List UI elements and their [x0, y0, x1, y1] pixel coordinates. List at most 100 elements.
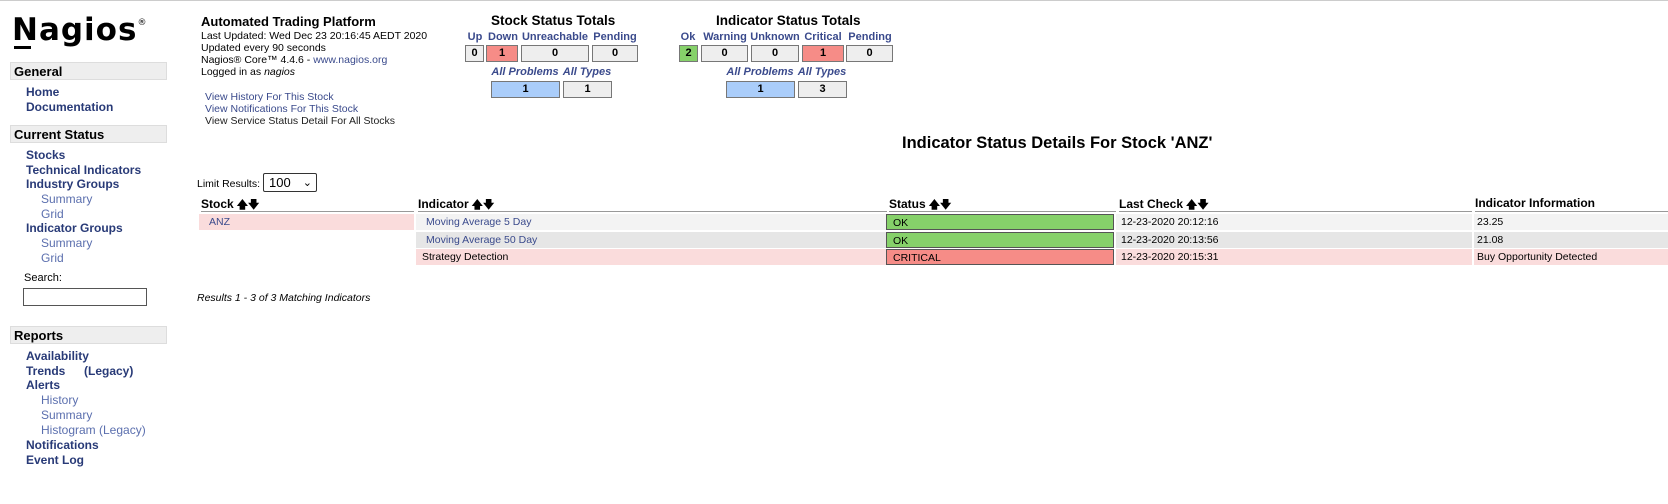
- indicator-link[interactable]: Strategy Detection: [422, 251, 508, 263]
- nav-home[interactable]: Home: [26, 85, 59, 99]
- column-label-stock: Stock: [201, 197, 234, 211]
- indicator-totals-header-warning[interactable]: Warning: [700, 31, 750, 43]
- nav-alerts-histogram[interactable]: Histogram (Legacy): [41, 423, 146, 437]
- logged-in: Logged in as nagios: [201, 66, 295, 78]
- sort-arrows-icon[interactable]: 🡅🡇: [929, 199, 952, 211]
- limit-results-label: Limit Results:: [197, 178, 261, 190]
- column-header-stock[interactable]: Stock 🡅🡇: [201, 196, 414, 212]
- indicator-totals-header-unknown[interactable]: Unknown: [750, 31, 800, 43]
- section-current-status: Current Status: [10, 125, 167, 143]
- nav-industry-groups-grid[interactable]: Grid: [41, 207, 64, 221]
- stock-totals-header-pending[interactable]: Pending: [590, 31, 640, 43]
- view-notifications-link[interactable]: View Notifications For This Stock: [205, 103, 358, 115]
- nav-alerts[interactable]: Alerts: [26, 378, 60, 392]
- nav-industry-groups[interactable]: Industry Groups: [26, 177, 119, 191]
- indicator-totals-unknown[interactable]: 0: [751, 45, 799, 62]
- stock-totals-all-types[interactable]: 1: [563, 81, 612, 98]
- column-header-indicator[interactable]: Indicator 🡅🡇: [418, 196, 887, 212]
- section-general: General: [10, 62, 167, 80]
- cell-indicator-information: 23.25: [1474, 214, 1668, 230]
- stock-totals-unreachable[interactable]: 0: [521, 45, 589, 62]
- nav-trends-legacy[interactable]: (Legacy): [84, 364, 133, 378]
- stock-link[interactable]: ANZ: [209, 216, 230, 228]
- column-header-status[interactable]: Status 🡅🡇: [889, 196, 1116, 212]
- logo-registered-mark: ®: [137, 18, 148, 28]
- search-input[interactable]: [23, 288, 147, 306]
- nav-indicator-groups[interactable]: Indicator Groups: [26, 221, 123, 235]
- status-badge: CRITICAL: [886, 249, 1114, 265]
- cell-last-check: 12-23-2020 20:15:31: [1116, 249, 1472, 265]
- cell-indicator[interactable]: Moving Average 5 Day: [416, 214, 887, 230]
- cell-indicator[interactable]: Strategy Detection: [416, 249, 887, 265]
- indicator-link[interactable]: Moving Average 5 Day: [426, 216, 531, 228]
- stock-totals-header-unreachable[interactable]: Unreachable: [520, 31, 590, 43]
- nagios-org-link[interactable]: www.nagios.org: [313, 54, 387, 66]
- search-label: Search:: [24, 272, 62, 284]
- nav-industry-groups-summary[interactable]: Summary: [41, 192, 92, 206]
- indicator-totals-warning[interactable]: 0: [701, 45, 748, 62]
- indicator-totals-ok[interactable]: 2: [679, 45, 698, 62]
- page-title: Indicator Status Details For Stock 'ANZ': [902, 134, 1213, 152]
- stock-totals-title: Stock Status Totals: [491, 13, 616, 28]
- sort-arrows-icon[interactable]: 🡅🡇: [472, 199, 495, 211]
- view-service-status-link[interactable]: View Service Status Detail For All Stock…: [205, 115, 395, 127]
- status-badge: OK: [886, 214, 1114, 230]
- sort-arrows-icon[interactable]: 🡅🡇: [237, 199, 260, 211]
- last-updated: Last Updated: Wed Dec 23 20:16:45 AEDT 2…: [201, 30, 428, 42]
- chevron-down-icon: ⌄: [302, 177, 312, 189]
- stock-totals-pending[interactable]: 0: [592, 45, 638, 62]
- column-label-status: Status: [889, 197, 926, 211]
- platform-title: Automated Trading Platform: [201, 14, 376, 29]
- nav-alerts-history[interactable]: History: [41, 393, 78, 407]
- sort-arrows-icon[interactable]: 🡅🡇: [1186, 199, 1209, 211]
- cell-stock[interactable]: ANZ: [199, 214, 414, 230]
- limit-results-select[interactable]: 100 ⌄: [263, 173, 317, 192]
- nav-notifications[interactable]: Notifications: [26, 438, 99, 452]
- nav-indicator-groups-grid[interactable]: Grid: [41, 251, 64, 265]
- indicator-link[interactable]: Moving Average 50 Day: [426, 234, 537, 246]
- limit-results-value: 100: [269, 175, 291, 190]
- column-header-last-check[interactable]: Last Check 🡅🡇: [1119, 196, 1472, 212]
- stock-totals-down[interactable]: 1: [486, 45, 518, 62]
- nav-documentation[interactable]: Documentation: [26, 100, 113, 114]
- cell-indicator-information: Buy Opportunity Detected: [1474, 249, 1668, 265]
- indicator-totals-all-problems[interactable]: 1: [726, 81, 795, 98]
- nagios-logo[interactable]: Nagios®: [12, 12, 147, 48]
- indicator-totals-header-ok[interactable]: Ok: [677, 31, 699, 43]
- logged-in-prefix: Logged in as: [201, 66, 265, 78]
- indicator-totals-header-critical[interactable]: Critical: [801, 31, 845, 43]
- nav-alerts-summary[interactable]: Summary: [41, 408, 92, 422]
- column-header-indicator-information: Indicator Information: [1475, 196, 1668, 212]
- core-version: Nagios® Core™ 4.4.6 - www.nagios.org: [201, 54, 387, 66]
- stock-totals-header-up[interactable]: Up: [464, 31, 486, 43]
- indicator-totals-header-all-problems[interactable]: All Problems: [725, 66, 795, 78]
- stock-totals-header-all-problems[interactable]: All Problems: [490, 66, 560, 78]
- nav-indicator-groups-summary[interactable]: Summary: [41, 236, 92, 250]
- nav-trends[interactable]: Trends: [26, 364, 65, 378]
- logo-underline: [14, 46, 31, 49]
- nav-technical-indicators[interactable]: Technical Indicators: [26, 163, 141, 177]
- indicator-totals-all-types[interactable]: 3: [798, 81, 847, 98]
- logo-text: Nagios: [12, 12, 138, 48]
- view-history-link[interactable]: View History For This Stock: [205, 91, 334, 103]
- stock-totals-header-all-types[interactable]: All Types: [562, 66, 612, 78]
- cell-indicator[interactable]: Moving Average 50 Day: [416, 232, 887, 248]
- indicator-totals-critical[interactable]: 1: [802, 45, 844, 62]
- indicator-totals-header-all-types[interactable]: All Types: [797, 66, 847, 78]
- section-reports: Reports: [10, 326, 167, 344]
- indicator-totals-pending[interactable]: 0: [846, 45, 893, 62]
- nav-event-log[interactable]: Event Log: [26, 453, 84, 467]
- logged-in-user: nagios: [264, 66, 296, 78]
- nav-stocks[interactable]: Stocks: [26, 148, 65, 162]
- status-badge: OK: [886, 232, 1114, 248]
- column-label-last-check: Last Check: [1119, 197, 1184, 211]
- stock-totals-all-problems[interactable]: 1: [491, 81, 560, 98]
- indicator-totals-header-pending[interactable]: Pending: [845, 31, 895, 43]
- top-border: [0, 0, 1668, 1]
- results-count: Results 1 - 3 of 3 Matching Indicators: [197, 292, 371, 304]
- nav-availability[interactable]: Availability: [26, 349, 89, 363]
- cell-last-check: 12-23-2020 20:13:56: [1116, 232, 1472, 248]
- sidebar: Nagios® General Home Documentation Curre…: [0, 0, 170, 504]
- stock-totals-header-down[interactable]: Down: [486, 31, 520, 43]
- stock-totals-up[interactable]: 0: [465, 45, 484, 62]
